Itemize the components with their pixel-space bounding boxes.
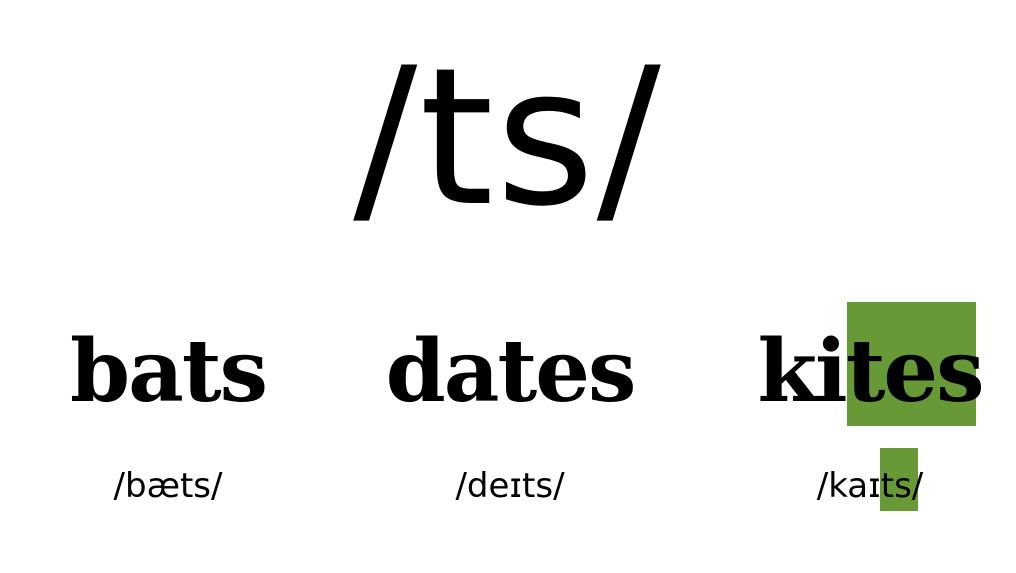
phoneme-title: /ts/ <box>353 27 663 248</box>
example-word-dates: dates <box>385 321 637 422</box>
example-word-bats: bats <box>70 321 268 422</box>
ipa-kites: /kaɪts/ <box>816 466 924 506</box>
example-word-kites: kites <box>757 321 984 422</box>
ipa-bats: /bæts/ <box>113 466 223 506</box>
ipa-dates: /deɪts/ <box>455 466 565 506</box>
